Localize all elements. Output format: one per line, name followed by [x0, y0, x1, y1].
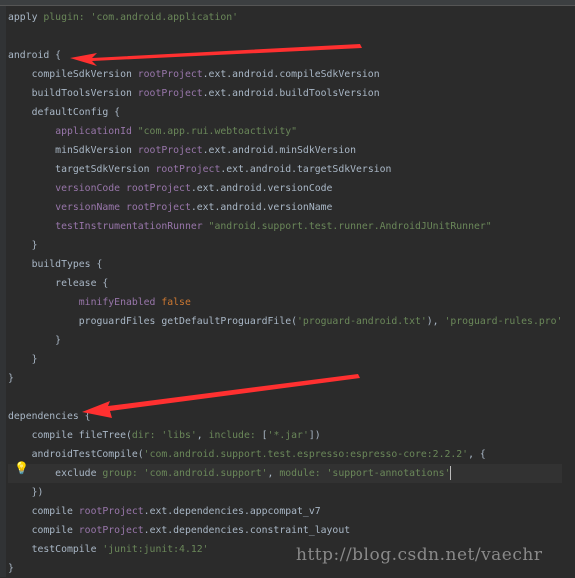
watermark: http://blog.csdn.net/vaechr [296, 545, 543, 565]
arrow-android [70, 44, 362, 66]
arrow-dependencies [82, 374, 360, 418]
annotation-arrows [70, 44, 362, 418]
